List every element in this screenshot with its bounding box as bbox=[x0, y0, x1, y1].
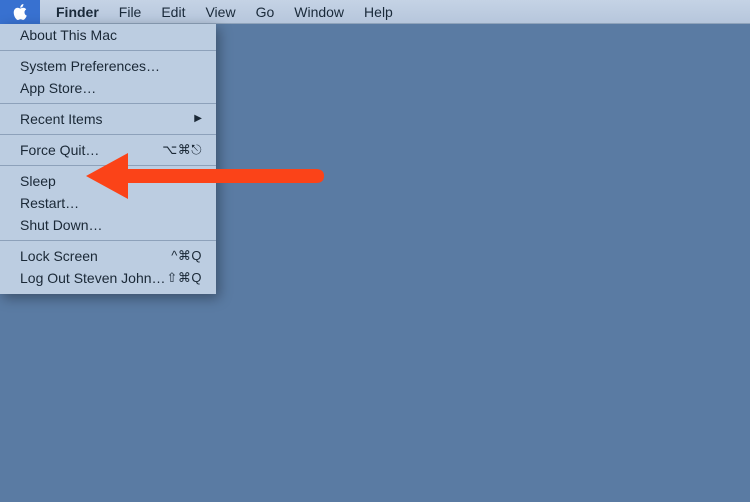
menubar: Finder File Edit View Go Window Help bbox=[0, 0, 750, 24]
menubar-item-go[interactable]: Go bbox=[246, 0, 285, 24]
menu-separator bbox=[0, 50, 216, 51]
apple-menu-dropdown: About This Mac System Preferences… App S… bbox=[0, 24, 216, 294]
menu-shortcut: ⌥⌘⎋ bbox=[162, 141, 202, 159]
menu-item-label: Sleep bbox=[20, 172, 56, 190]
menu-item-label: App Store… bbox=[20, 79, 96, 97]
submenu-arrow-icon: ▶ bbox=[194, 110, 202, 128]
menu-item-sleep[interactable]: Sleep bbox=[0, 170, 216, 192]
menu-item-appstore[interactable]: App Store… bbox=[0, 77, 216, 99]
menu-item-label: System Preferences… bbox=[20, 57, 160, 75]
menu-separator bbox=[0, 134, 216, 135]
menu-item-label: Force Quit… bbox=[20, 141, 99, 159]
menubar-item-view[interactable]: View bbox=[195, 0, 245, 24]
menu-item-restart[interactable]: Restart… bbox=[0, 192, 216, 214]
menu-separator bbox=[0, 240, 216, 241]
menu-item-shutdown[interactable]: Shut Down… bbox=[0, 214, 216, 236]
menu-item-logout[interactable]: Log Out Steven John… ⇧⌘Q bbox=[0, 267, 216, 289]
menubar-item-window[interactable]: Window bbox=[284, 0, 354, 24]
menu-item-lock[interactable]: Lock Screen ^⌘Q bbox=[0, 245, 216, 267]
menu-item-about[interactable]: About This Mac bbox=[0, 24, 216, 46]
menubar-app-name[interactable]: Finder bbox=[46, 0, 109, 24]
menu-item-recent[interactable]: Recent Items ▶ bbox=[0, 108, 216, 130]
menu-shortcut: ⇧⌘Q bbox=[166, 269, 202, 287]
menu-item-label: About This Mac bbox=[20, 26, 117, 44]
menu-separator bbox=[0, 103, 216, 104]
menubar-item-edit[interactable]: Edit bbox=[151, 0, 195, 24]
apple-logo-icon bbox=[13, 4, 27, 20]
menu-item-label: Lock Screen bbox=[20, 247, 98, 265]
menubar-item-file[interactable]: File bbox=[109, 0, 152, 24]
menu-item-label: Recent Items bbox=[20, 110, 102, 128]
menu-shortcut: ^⌘Q bbox=[171, 247, 202, 265]
menu-separator bbox=[0, 165, 216, 166]
menu-item-forcequit[interactable]: Force Quit… ⌥⌘⎋ bbox=[0, 139, 216, 161]
menubar-items: Finder File Edit View Go Window Help bbox=[46, 0, 403, 24]
menu-item-sysprefs[interactable]: System Preferences… bbox=[0, 55, 216, 77]
menu-item-label: Restart… bbox=[20, 194, 79, 212]
apple-menu-button[interactable] bbox=[0, 0, 40, 24]
menubar-item-help[interactable]: Help bbox=[354, 0, 403, 24]
menu-item-label: Log Out Steven John… bbox=[20, 269, 166, 287]
menu-item-label: Shut Down… bbox=[20, 216, 102, 234]
